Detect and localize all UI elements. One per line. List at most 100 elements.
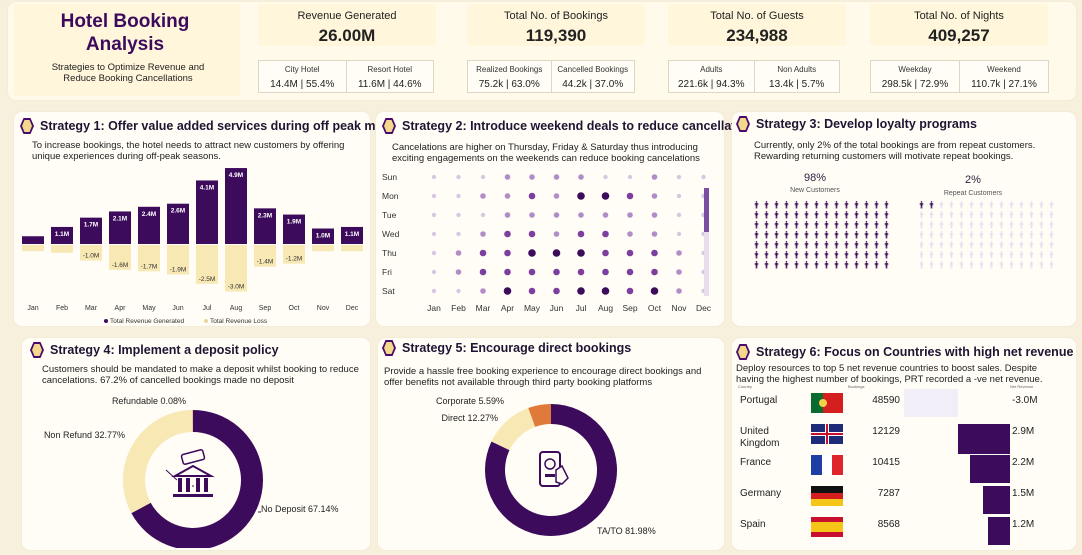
person-icon: 🛉 [834, 250, 839, 259]
person-icon: 🛉 [854, 220, 859, 229]
person-icon: 🛉 [1009, 220, 1014, 229]
person-icon: 🛉 [854, 210, 859, 219]
person-icon: 🛉 [884, 220, 889, 229]
kpi-breakdown-value: 298.5k | 72.9% [881, 79, 949, 90]
month-tick-label: Aug [598, 303, 613, 313]
heatmap-cell [577, 192, 585, 200]
strategy-4-title-text: Strategy 4: Implement a deposit policy [50, 343, 279, 357]
hexagon-icon [736, 116, 750, 132]
kpi-card: Total No. of Nights 409,257 [870, 4, 1048, 46]
heatmap-cell [626, 249, 634, 257]
heatmap-cell [480, 174, 486, 180]
strategy-5-title: Strategy 5: Encourage direct bookings [382, 340, 631, 356]
person-icon: 🛉 [999, 250, 1004, 259]
person-icon: 🛉 [754, 230, 759, 239]
person-icon: 🛉 [1039, 200, 1044, 209]
heatmap-cell [553, 231, 560, 237]
person-icon: 🛉 [979, 250, 984, 259]
strategy-4-desc: Customers should be mandated to make a d… [42, 364, 359, 386]
repeat-customers-grid: 🛉 🛉 🛉 🛉 🛉 🛉 🛉 🛉 🛉 🛉 🛉 🛉 🛉 🛉 🛉 🛉 🛉 🛉 🛉 🛉 🛉 🛉 🛉 🛉 🛉 🛉 🛉 🛉 🛉 🛉 🛉 🛉 🛉 🛉 🛉 🛉 🛉 🛉 🛉 🛉… [917, 200, 1056, 269]
heatmap-cell [528, 268, 536, 276]
deposit-donut-chart: No Deposit 67.14% Non Refund 32.77% Refund… [44, 396, 339, 548]
person-icon: 🛉 [979, 210, 984, 219]
person-icon: 🛉 [864, 220, 869, 229]
heatmap-cell [480, 193, 486, 199]
person-icon: 🛉 [864, 250, 869, 259]
person-icon: 🛉 [989, 250, 994, 259]
person-icon: 🛉 [999, 240, 1004, 249]
person-icon: 🛉 [919, 220, 924, 229]
person-icon: 🛉 [1029, 220, 1034, 229]
donut-label: Direct 12.27% [441, 413, 498, 423]
country-name: France [740, 457, 772, 468]
country-bookings: 10415 [872, 457, 900, 468]
heatmap-cell [651, 249, 658, 257]
person-icon: 🛉 [949, 250, 954, 259]
heatmap-cell [626, 287, 634, 295]
repeat-customers-pct: 2% [965, 174, 981, 186]
person-icon: 🛉 [979, 220, 984, 229]
person-icon: 🛉 [979, 230, 984, 239]
strategy-3-title: Strategy 3: Develop loyalty programs [736, 116, 977, 132]
revenue-loss-data-label: -1.0M [83, 253, 100, 260]
person-icon: 🛉 [864, 240, 869, 249]
month-tick-label: Jun [172, 305, 183, 312]
person-icon: 🛉 [814, 200, 819, 209]
legend-label-loss: Total Revenue Loss [210, 318, 268, 325]
kpi-value: 119,390 [525, 26, 587, 45]
month-tick-label: May [524, 303, 541, 313]
month-tick-label: Oct [648, 303, 662, 313]
person-icon: 🛉 [854, 200, 859, 209]
kpi-breakdown-value: 11.6M | 44.6% [357, 79, 422, 90]
revenue-loss-data-label: -1.7M [141, 263, 158, 270]
country-net-revenue: 1.2M [1012, 519, 1035, 530]
monthly-revenue-chart: Jan 1.1M Feb 1.7M -1.0M Mar 2.1M -1.6M Apr 2.4M -1… [22, 168, 363, 325]
person-icon: 🛉 [1009, 200, 1014, 209]
donut-label: No Deposit 67.14% [261, 504, 339, 514]
person-icon: 🛉 [989, 260, 994, 269]
person-icon: 🛉 [1049, 240, 1054, 249]
country-name: Spain [740, 519, 766, 530]
kpi-value: 409,257 [928, 26, 990, 45]
person-icon: 🛉 [834, 260, 839, 269]
heatmap-cell [676, 250, 682, 256]
person-icon: 🛉 [764, 220, 769, 229]
person-icon: 🛉 [804, 230, 809, 239]
country-name: Germany [740, 488, 782, 499]
country-bookings: 48590 [872, 395, 900, 406]
person-icon: 🛉 [979, 240, 984, 249]
person-icon: 🛉 [919, 240, 924, 249]
kpi-breakdown-value: 75.2k | 63.0% [478, 79, 540, 90]
heatmap-cell [627, 212, 633, 218]
person-icon: 🛉 [1029, 240, 1034, 249]
hexagon-icon [382, 340, 396, 356]
person-icon: 🛉 [764, 260, 769, 269]
revenue-data-label: 2.4M [142, 211, 156, 218]
country-net-revenue: 1.5M [1012, 488, 1035, 499]
person-icon: 🛉 [874, 220, 879, 229]
heatmap-cell [480, 212, 486, 218]
country-bookings: 8568 [877, 519, 900, 530]
country-bookings: 7287 [877, 488, 900, 499]
person-icon: 🛉 [959, 210, 964, 219]
person-icon: 🛉 [754, 240, 759, 249]
person-icon: 🛉 [824, 220, 829, 229]
person-icon: 🛉 [959, 240, 964, 249]
person-icon: 🛉 [1039, 240, 1044, 249]
bank-deposit-icon [171, 449, 215, 497]
heatmap-cell [553, 268, 560, 276]
person-icon: 🛉 [1039, 230, 1044, 239]
new-customers-label: New Customers [790, 187, 840, 194]
person-icon: 🛉 [1029, 200, 1034, 209]
kpi-card: Total No. of Bookings 119,390 [467, 4, 645, 46]
person-icon: 🛉 [804, 200, 809, 209]
person-icon: 🛉 [754, 210, 759, 219]
kpi-breakdown-item: Non Adults 13.4k | 5.7% [753, 61, 840, 92]
person-icon: 🛉 [884, 200, 889, 209]
heatmap-cell [676, 212, 682, 218]
month-tick-label: Jan [27, 305, 38, 312]
person-icon: 🛉 [949, 200, 954, 209]
person-icon: 🛉 [884, 210, 889, 219]
heatmap-cell [602, 268, 609, 276]
heatmap-scrollbar-thumb[interactable] [704, 188, 709, 232]
